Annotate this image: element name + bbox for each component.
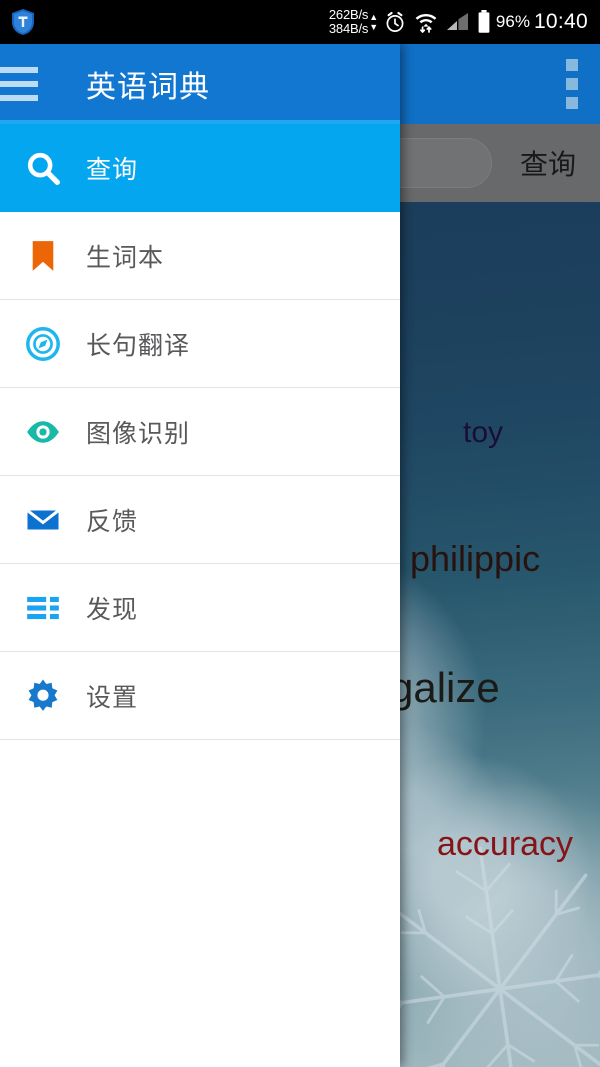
navigation-drawer: 英语词典 查询生词本长句翻译图像识别反馈发现设置 <box>0 44 400 1067</box>
search-submit-button[interactable]: 查询 <box>505 138 591 188</box>
status-bar-clock: 10:40 <box>533 10 588 33</box>
wifi-transfer-icon <box>415 14 437 33</box>
drawer-item-label: 长句翻译 <box>86 331 191 360</box>
drawer-item-6[interactable]: 发现 <box>0 564 400 652</box>
drawer-item-label: 设置 <box>86 683 139 712</box>
word-cloud-item[interactable]: toy <box>463 416 503 450</box>
drawer-item-5[interactable]: 反馈 <box>0 476 400 564</box>
bookmark-icon <box>0 237 86 275</box>
word-cloud-item[interactable]: philippic <box>410 538 540 580</box>
drawer-item-list: 查询生词本长句翻译图像识别反馈发现设置 <box>0 124 400 740</box>
download-arrow-icon: ▼ <box>369 22 378 32</box>
hamburger-menu-icon[interactable] <box>0 44 52 124</box>
drawer-item-4[interactable]: 图像识别 <box>0 388 400 476</box>
word-cloud-item[interactable]: accuracy <box>437 825 573 864</box>
phone-screen: 262B/s 384B/s ▲ ▼ 96% 10:40 查询 toy phili… <box>0 0 600 1067</box>
alarm-clock-icon <box>386 11 404 32</box>
drawer-item-7[interactable]: 设置 <box>0 652 400 740</box>
drawer-item-label: 反馈 <box>86 507 139 536</box>
status-bar: 262B/s 384B/s ▲ ▼ 96% 10:40 <box>0 0 600 44</box>
shield-icon <box>12 9 34 35</box>
drawer-item-3[interactable]: 长句翻译 <box>0 300 400 388</box>
battery-icon <box>478 10 490 33</box>
network-up-rate: 262B/s <box>328 7 369 23</box>
drawer-item-1[interactable]: 查询 <box>0 124 400 212</box>
drawer-item-label: 发现 <box>86 595 139 624</box>
drawer-item-label: 查询 <box>86 155 139 184</box>
page-title: 英语词典 <box>86 71 210 104</box>
word-cloud-item[interactable]: galize <box>390 664 500 712</box>
battery-percent-label: 96% <box>495 12 530 31</box>
compass-icon <box>0 325 86 363</box>
cellular-signal-icon <box>446 13 468 30</box>
drawer-item-label: 图像识别 <box>86 419 191 448</box>
gear-icon <box>0 677 86 715</box>
mail-icon <box>0 501 86 539</box>
network-down-rate: 384B/s <box>328 21 369 36</box>
drawer-item-2[interactable]: 生词本 <box>0 212 400 300</box>
search-icon <box>0 149 86 187</box>
list-discover-icon <box>0 589 86 627</box>
network-speed-indicator: 262B/s 384B/s ▲ ▼ <box>329 8 378 35</box>
eye-icon <box>0 413 86 451</box>
overflow-menu-icon[interactable] <box>566 44 578 124</box>
upload-arrow-icon: ▲ <box>369 11 378 22</box>
drawer-header: 英语词典 <box>0 44 400 124</box>
drawer-item-label: 生词本 <box>86 243 165 272</box>
drawer-empty-area <box>0 740 400 1033</box>
